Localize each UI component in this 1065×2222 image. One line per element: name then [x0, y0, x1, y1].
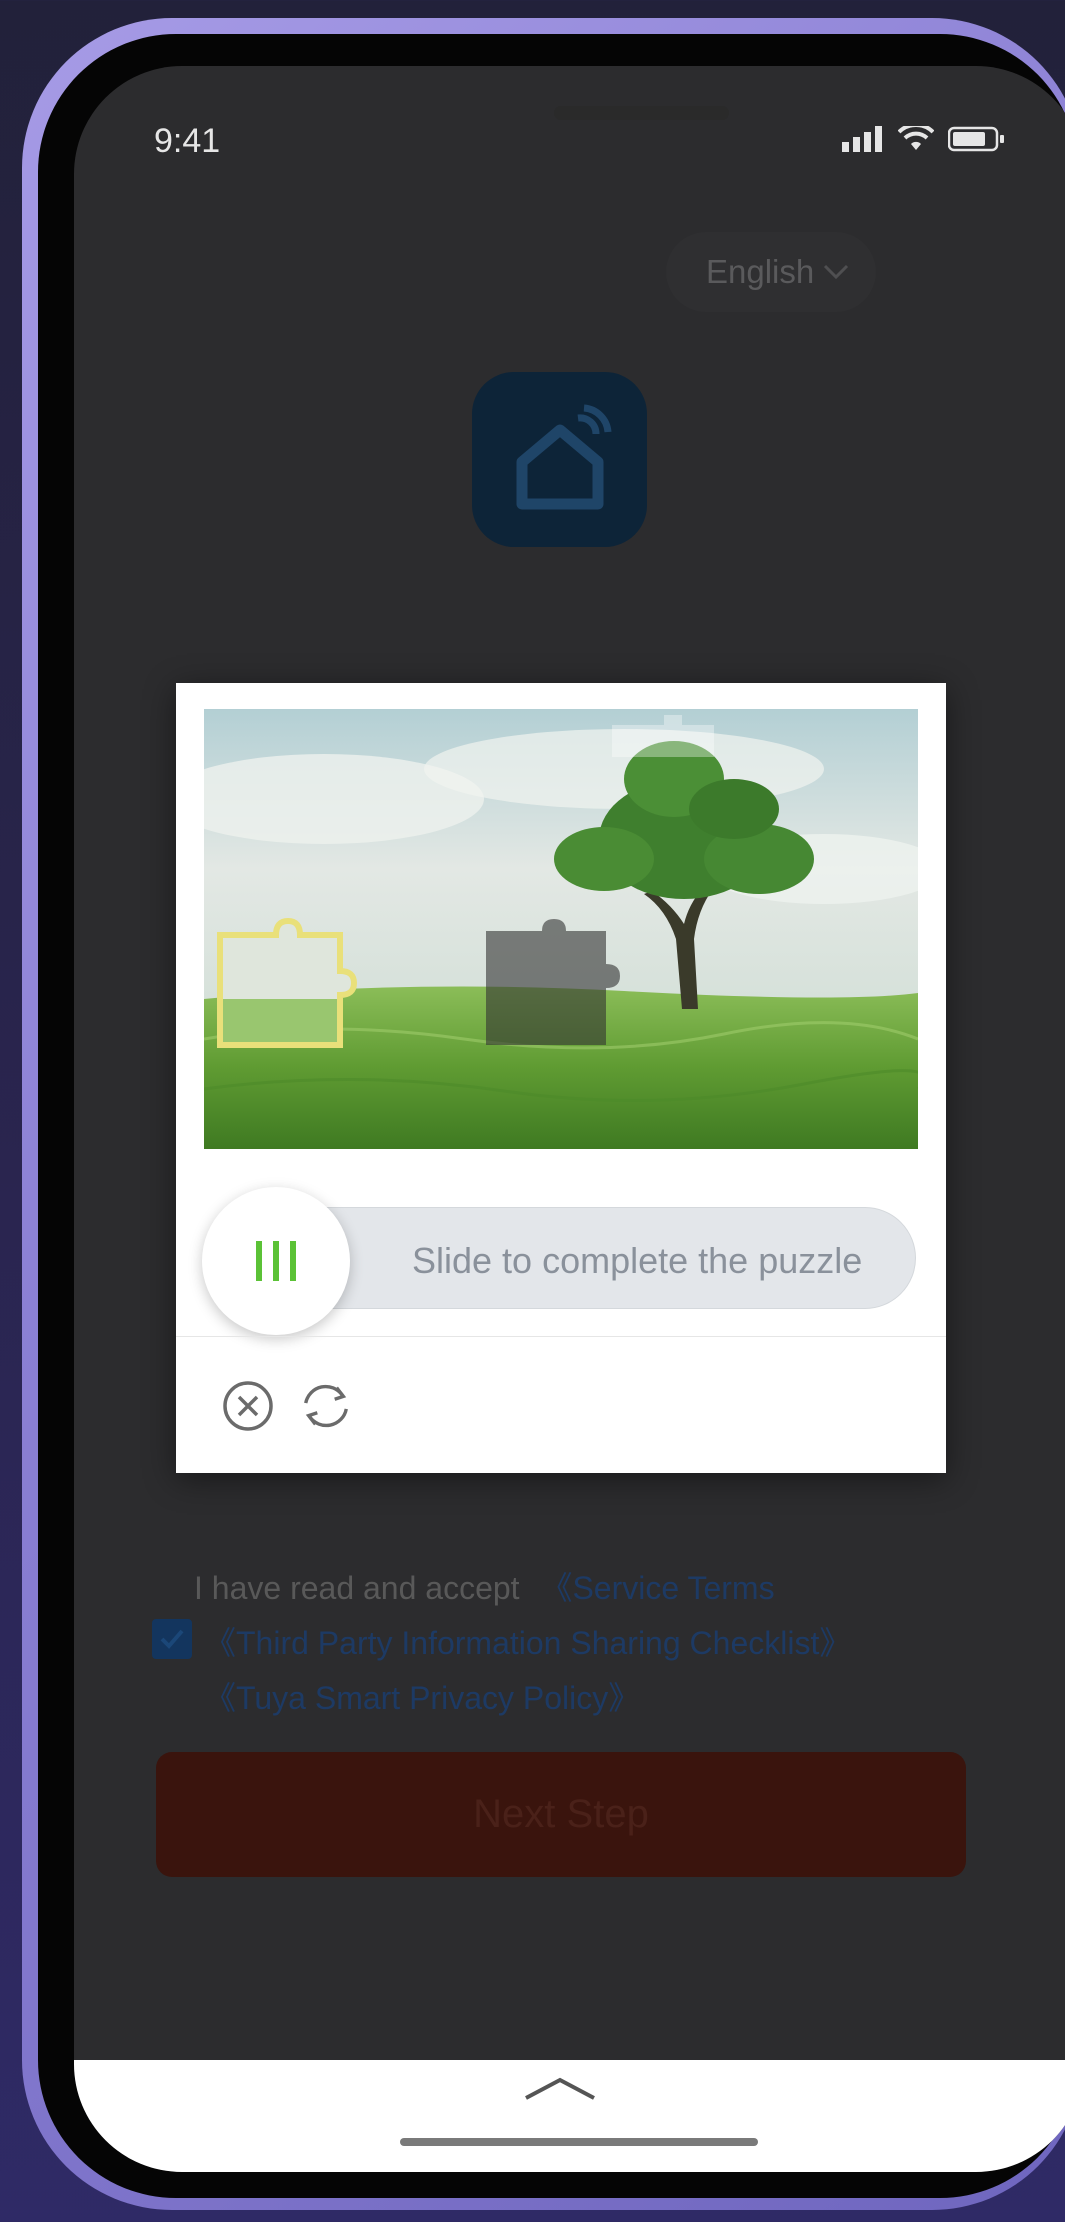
captcha-puzzle-image: [204, 709, 918, 1149]
wifi-icon: [898, 126, 934, 150]
landscape-scene: [204, 709, 918, 1149]
captcha-close-button[interactable]: [220, 1378, 276, 1434]
next-step-button[interactable]: Next Step: [156, 1752, 966, 1877]
captcha-slider[interactable]: Slide to complete the puzzle: [176, 1149, 946, 1335]
agreement-prefix: I have read and accept: [194, 1570, 520, 1606]
battery-icon: [948, 126, 1004, 152]
captcha-refresh-button[interactable]: [298, 1378, 354, 1434]
bottom-sheet[interactable]: [74, 2060, 1065, 2172]
status-time: 9:41: [154, 122, 221, 160]
signal-icon: [842, 126, 882, 152]
captcha-actions: [220, 1378, 354, 1434]
chevron-up-icon[interactable]: [522, 2074, 598, 2104]
close-circle-icon: [223, 1381, 273, 1431]
chevron-down-icon: [823, 264, 849, 280]
refresh-icon: [304, 1384, 348, 1428]
captcha-divider: [176, 1336, 946, 1337]
language-selector-value: English: [706, 253, 815, 290]
speaker-notch: [554, 106, 729, 120]
agreement-text: I have read and accept 《Service Terms 《T…: [154, 1561, 994, 1726]
privacy-policy-link[interactable]: 《Tuya Smart Privacy Policy》: [204, 1680, 640, 1716]
service-terms-link[interactable]: 《Service Terms: [540, 1570, 774, 1606]
third-party-link[interactable]: 《Third Party Information Sharing Checkli…: [204, 1625, 851, 1661]
smart-home-icon: [516, 404, 611, 509]
grip-lines-icon: [256, 1241, 296, 1281]
home-indicator[interactable]: [400, 2138, 758, 2146]
app-logo: [472, 372, 647, 547]
status-icons: [842, 126, 1006, 152]
slider-handle[interactable]: [202, 1187, 350, 1335]
puzzle-piece[interactable]: [217, 917, 358, 1048]
captcha-modal: Slide to complete the puzzle: [176, 683, 946, 1473]
language-selector[interactable]: English: [666, 232, 876, 312]
puzzle-target-slot: [486, 919, 620, 1045]
slider-hint: Slide to complete the puzzle: [412, 1240, 863, 1281]
